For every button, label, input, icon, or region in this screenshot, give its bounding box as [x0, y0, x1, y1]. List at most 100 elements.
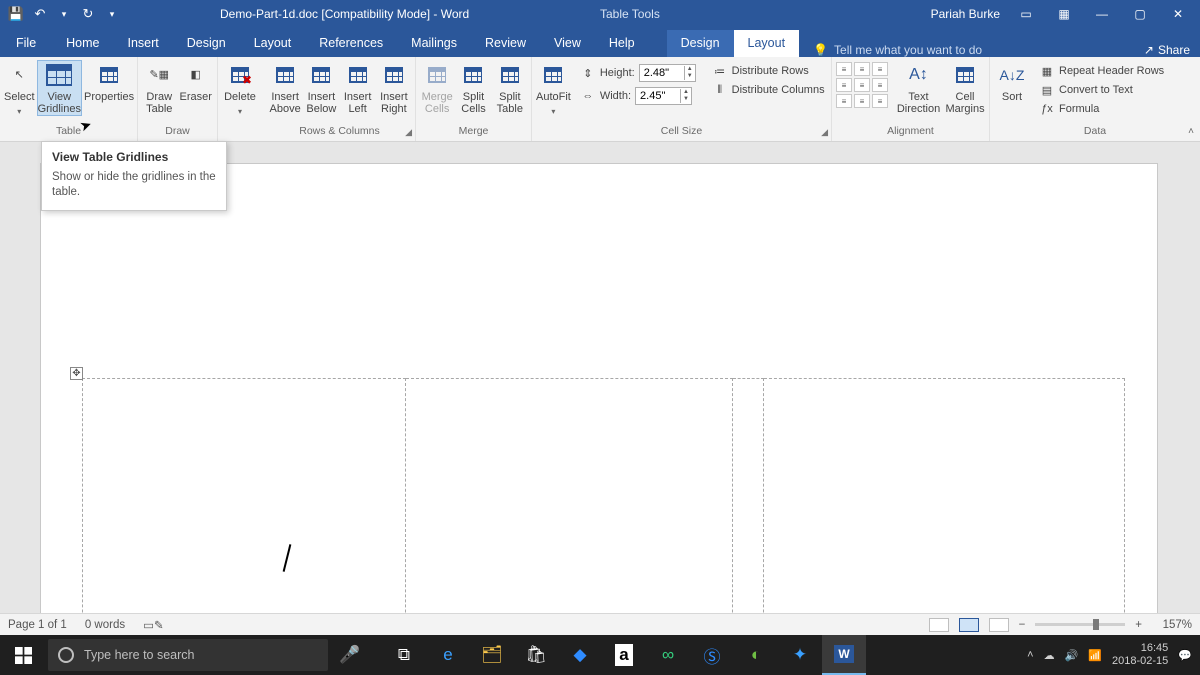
qat-customize-icon[interactable]: ▾: [104, 6, 120, 22]
view-web-layout[interactable]: [989, 618, 1009, 632]
insert-below-button[interactable]: Insert Below: [304, 60, 338, 115]
tab-tabletools-layout[interactable]: Layout: [734, 30, 800, 57]
distribute-rows-button[interactable]: ≔ Distribute Rows: [709, 62, 828, 80]
autofit-button[interactable]: AutoFit ▾: [536, 60, 571, 118]
document-area[interactable]: ✥: [0, 142, 1200, 613]
taskbar-edge-icon[interactable]: e: [426, 635, 470, 675]
view-read-mode[interactable]: [929, 618, 949, 632]
taskbar-explorer-icon[interactable]: 🗂: [470, 635, 514, 675]
align-middle-left[interactable]: ≡: [836, 78, 852, 92]
cell-alignment-grid[interactable]: ≡ ≡ ≡ ≡ ≡ ≡ ≡ ≡ ≡: [836, 60, 892, 108]
dialog-launcher-icon[interactable]: ◢: [821, 124, 828, 140]
sort-button[interactable]: A↓Z Sort: [994, 60, 1030, 103]
align-top-right[interactable]: ≡: [872, 62, 888, 76]
width-input[interactable]: [636, 90, 680, 102]
tab-review[interactable]: Review: [471, 30, 540, 57]
insert-left-button[interactable]: Insert Left: [341, 60, 375, 115]
align-middle-right[interactable]: ≡: [872, 78, 888, 92]
status-proofing-icon[interactable]: ▭✎: [143, 618, 164, 632]
zoom-in-button[interactable]: +: [1135, 619, 1142, 631]
taskbar-search[interactable]: Type here to search: [48, 639, 328, 671]
table-move-handle[interactable]: ✥: [70, 367, 83, 380]
tray-network-icon[interactable]: 📶: [1088, 649, 1102, 662]
row-height-control[interactable]: ⇕ Height: ▲▼: [577, 62, 699, 84]
draw-table-button[interactable]: ✎▦ Draw Table: [142, 60, 177, 115]
tab-view[interactable]: View: [540, 30, 595, 57]
align-bottom-left[interactable]: ≡: [836, 94, 852, 108]
split-cells-button[interactable]: Split Cells: [456, 60, 490, 115]
align-bottom-center[interactable]: ≡: [854, 94, 870, 108]
spin-down-icon[interactable]: ▼: [681, 96, 691, 103]
taskbar-store-icon[interactable]: 🛍: [514, 635, 558, 675]
status-page[interactable]: Page 1 of 1: [8, 619, 67, 631]
start-button[interactable]: [0, 635, 46, 675]
view-print-layout[interactable]: [959, 618, 979, 632]
taskbar-mic-icon[interactable]: 🎤: [328, 635, 372, 675]
zoom-out-button[interactable]: −: [1019, 619, 1026, 631]
height-input[interactable]: [640, 67, 684, 79]
taskbar-camtasia-icon[interactable]: ◐: [734, 635, 778, 675]
taskbar-snagit-icon[interactable]: ✦: [778, 635, 822, 675]
tray-notifications-icon[interactable]: 💬: [1178, 649, 1192, 662]
tab-layout[interactable]: Layout: [240, 30, 306, 57]
align-middle-center[interactable]: ≡: [854, 78, 870, 92]
column-width-control[interactable]: ⇔ Width: ▲▼: [577, 85, 699, 107]
share-button[interactable]: ↗ Share: [1144, 43, 1190, 57]
taskbar-dropbox-icon[interactable]: ◆: [558, 635, 602, 675]
repeat-header-rows-button[interactable]: ▦ Repeat Header Rows: [1036, 62, 1167, 80]
spin-down-icon[interactable]: ▼: [685, 73, 695, 80]
undo-icon[interactable]: ↶: [32, 6, 48, 22]
collapse-ribbon-icon[interactable]: ˄: [1188, 126, 1194, 137]
zoom-value[interactable]: 157%: [1152, 619, 1192, 631]
redo-icon[interactable]: ↻: [80, 6, 96, 22]
taskbar-word-icon[interactable]: W: [822, 635, 866, 675]
tab-mailings[interactable]: Mailings: [397, 30, 471, 57]
account-name[interactable]: Pariah Burke: [931, 7, 1004, 21]
spin-up-icon[interactable]: ▲: [685, 66, 695, 73]
taskbar-app-icon[interactable]: ∞: [646, 635, 690, 675]
taskbar-amazon-icon[interactable]: a: [602, 635, 646, 675]
tray-chevron-up-icon[interactable]: ˄: [1027, 649, 1033, 661]
tell-me-search[interactable]: 💡 Tell me what you want to do: [799, 43, 982, 57]
save-icon[interactable]: 💾: [8, 6, 24, 22]
cell-margins-button[interactable]: Cell Margins: [945, 60, 985, 115]
align-top-center[interactable]: ≡: [854, 62, 870, 76]
select-button[interactable]: ↖ Select ▾: [4, 60, 35, 118]
zoom-slider[interactable]: [1035, 623, 1125, 626]
maximize-button[interactable]: ▢: [1124, 3, 1156, 25]
convert-to-text-button[interactable]: ▤ Convert to Text: [1036, 81, 1167, 99]
dialog-launcher-icon[interactable]: ◢: [405, 124, 412, 140]
text-direction-button[interactable]: A↕ Text Direction: [894, 60, 943, 115]
insert-right-button[interactable]: Insert Right: [377, 60, 411, 115]
account-icon[interactable]: ▭: [1010, 3, 1042, 25]
tray-volume-icon[interactable]: 🔊: [1065, 649, 1079, 662]
spin-up-icon[interactable]: ▲: [681, 89, 691, 96]
tab-references[interactable]: References: [305, 30, 397, 57]
taskbar-taskview-icon[interactable]: ⧉: [382, 635, 426, 675]
close-button[interactable]: ✕: [1162, 3, 1194, 25]
tab-design[interactable]: Design: [173, 30, 240, 57]
insert-above-button[interactable]: Insert Above: [268, 60, 302, 115]
align-top-left[interactable]: ≡: [836, 62, 852, 76]
view-gridlines-button[interactable]: View Gridlines: [37, 60, 82, 116]
distribute-columns-button[interactable]: ⦀ Distribute Columns: [709, 81, 828, 99]
tab-insert[interactable]: Insert: [114, 30, 173, 57]
eraser-button[interactable]: ◧ Eraser: [179, 60, 214, 103]
split-table-button[interactable]: Split Table: [493, 60, 527, 115]
ribbon-options-icon[interactable]: ▦: [1048, 3, 1080, 25]
align-bottom-right[interactable]: ≡: [872, 94, 888, 108]
tray-clock[interactable]: 16:45 2018-02-15: [1112, 642, 1168, 668]
formula-button[interactable]: ƒx Formula: [1036, 100, 1167, 118]
system-tray[interactable]: ˄ ☁ 🔊 📶 16:45 2018-02-15 💬: [1027, 642, 1200, 668]
status-words[interactable]: 0 words: [85, 619, 125, 631]
tab-home[interactable]: Home: [52, 30, 113, 57]
delete-button[interactable]: ✖ Delete ▾: [222, 60, 258, 118]
undo-more-icon[interactable]: ▾: [56, 6, 72, 22]
tab-file[interactable]: File: [0, 30, 52, 57]
properties-button[interactable]: Properties: [84, 60, 134, 103]
tab-help[interactable]: Help: [595, 30, 649, 57]
minimize-button[interactable]: —: [1086, 3, 1118, 25]
taskbar-skype-icon[interactable]: Ⓢ: [690, 635, 734, 675]
tab-tabletools-design[interactable]: Design: [667, 30, 734, 57]
tray-onedrive-icon[interactable]: ☁: [1044, 649, 1055, 662]
